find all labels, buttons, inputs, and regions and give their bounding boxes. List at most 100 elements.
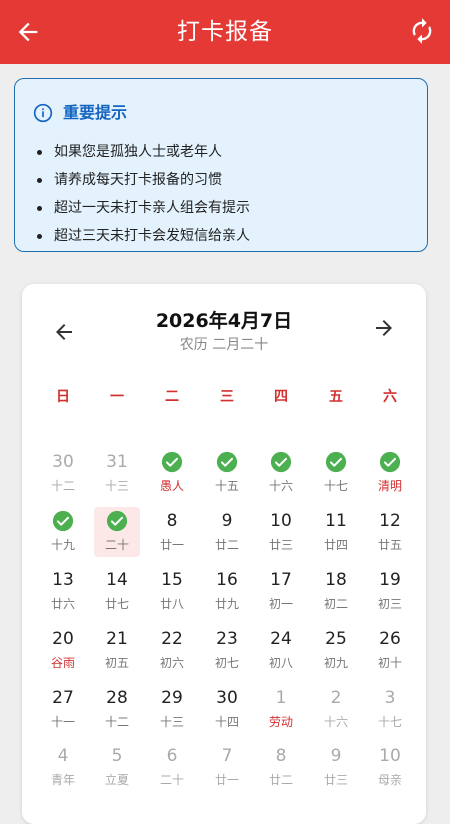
calendar-day[interactable]: 17 初一 [258,566,304,616]
lunar-day: 廿一 [159,538,184,552]
calendar-day[interactable]: 13 廿六 [40,566,86,616]
notice-item: 请养成每天打卡报备的习惯 [37,166,250,194]
next-month-arrow-icon[interactable] [372,316,396,340]
calendar-day[interactable]: 20 谷雨 [40,625,86,675]
calendar-day[interactable]: 6 二十 [149,742,195,792]
refresh-icon[interactable] [408,17,436,45]
lunar-date: 农历 二月二十 [179,337,269,353]
calendar-day[interactable]: 十五 [204,448,250,498]
calendar-day[interactable]: 3 十七 [367,684,413,734]
day-number: 11 [325,511,347,531]
checked-in-icon [161,451,183,473]
calendar-day[interactable]: 18 初二 [313,566,359,616]
calendar-day[interactable]: 16 廿九 [204,566,250,616]
calendar-day[interactable]: 7 廿一 [204,742,250,792]
calendar-day[interactable]: 12 廿五 [367,507,413,557]
day-number: 13 [52,570,74,590]
calendar-day[interactable]: 29 十三 [149,684,195,734]
day-number: 30 [52,452,74,472]
lunar-day: 初九 [323,656,348,670]
important-notice: 重要提示 如果您是孤独人士或老年人 请养成每天打卡报备的习惯 超过一天未打卡亲人… [14,78,428,252]
lunar-day: 十二 [104,715,129,729]
calendar-day[interactable]: 十六 [258,448,304,498]
calendar-day[interactable]: 26 初十 [367,625,413,675]
lunar-day: 初八 [268,656,293,670]
lunar-day: 廿四 [323,538,348,552]
calendar-day[interactable]: 10 母亲 [367,742,413,792]
lunar-day: 初五 [104,656,129,670]
day-number: 30 [216,688,238,708]
lunar-day: 母亲 [377,773,402,787]
calendar-day[interactable]: 30 十二 [40,448,86,498]
calendar-day[interactable]: 8 廿一 [149,507,195,557]
day-number: 28 [106,688,128,708]
weekday-label: 六 [383,389,397,405]
calendar-day[interactable]: 14 廿七 [94,566,140,616]
day-number: 23 [216,629,238,649]
calendar-day[interactable]: 25 初九 [313,625,359,675]
calendar-day[interactable]: 28 十二 [94,684,140,734]
lunar-day: 初七 [214,656,239,670]
lunar-day: 十六 [268,479,293,493]
checked-in-icon [379,451,401,473]
day-number: 21 [106,629,128,649]
lunar-day: 廿二 [268,773,293,787]
calendar-day[interactable]: 清明 [367,448,413,498]
calendar-day[interactable]: 31 十三 [94,448,140,498]
calendar-day[interactable]: 二十 [94,507,140,557]
day-number: 6 [166,746,178,766]
calendar-day[interactable]: 24 初八 [258,625,304,675]
calendar-day[interactable]: 愚人 [149,448,195,498]
lunar-day: 十七 [323,479,348,493]
lunar-day: 初三 [377,597,402,611]
lunar-day: 廿一 [214,773,239,787]
day-number: 1 [275,688,287,708]
lunar-day: 十五 [214,479,239,493]
calendar-day[interactable]: 9 廿二 [204,507,250,557]
calendar-day[interactable]: 十七 [313,448,359,498]
day-number: 7 [221,746,233,766]
calendar-day[interactable]: 8 廿二 [258,742,304,792]
calendar-day[interactable]: 十九 [40,507,86,557]
calendar-day[interactable]: 5 立夏 [94,742,140,792]
calendar-day[interactable]: 19 初三 [367,566,413,616]
calendar-day[interactable]: 21 初五 [94,625,140,675]
calendar-day[interactable]: 10 廿三 [258,507,304,557]
calendar-date-title: 2026年4月7日 [155,310,293,332]
lunar-day: 廿九 [214,597,239,611]
calendar-day[interactable]: 2 十六 [313,684,359,734]
lunar-day: 青年 [50,773,75,787]
lunar-day: 十一 [50,715,75,729]
weekday-label: 日 [56,389,70,405]
day-number: 4 [57,746,69,766]
calendar-day[interactable]: 30 十四 [204,684,250,734]
calendar-day[interactable]: 15 廿八 [149,566,195,616]
checked-in-icon [52,510,74,532]
lunar-day: 十二 [50,479,75,493]
lunar-day: 初六 [159,656,184,670]
day-number: 22 [161,629,183,649]
checked-in-icon [325,451,347,473]
notice-item: 如果您是孤独人士或老年人 [37,138,250,166]
lunar-day: 十四 [214,715,239,729]
calendar-day[interactable]: 22 初六 [149,625,195,675]
lunar-day: 廿八 [159,597,184,611]
calendar-day[interactable]: 4 青年 [40,742,86,792]
day-number: 14 [106,570,128,590]
lunar-day: 十九 [50,538,75,552]
day-number: 15 [161,570,183,590]
day-number: 19 [379,570,401,590]
bullet-dot [37,233,42,239]
calendar-day[interactable]: 1 劳动 [258,684,304,734]
page-title: 打卡报备 [177,19,273,45]
calendar-day[interactable]: 23 初七 [204,625,250,675]
day-number: 8 [166,511,178,531]
day-number: 12 [379,511,401,531]
calendar-day[interactable]: 9 廿三 [313,742,359,792]
calendar-day[interactable]: 11 廿四 [313,507,359,557]
lunar-day: 廿五 [377,538,402,552]
app-bar: 打卡报备 [0,0,450,64]
lunar-day: 立夏 [104,773,129,787]
calendar-day[interactable]: 27 十一 [40,684,86,734]
day-number: 20 [52,629,74,649]
